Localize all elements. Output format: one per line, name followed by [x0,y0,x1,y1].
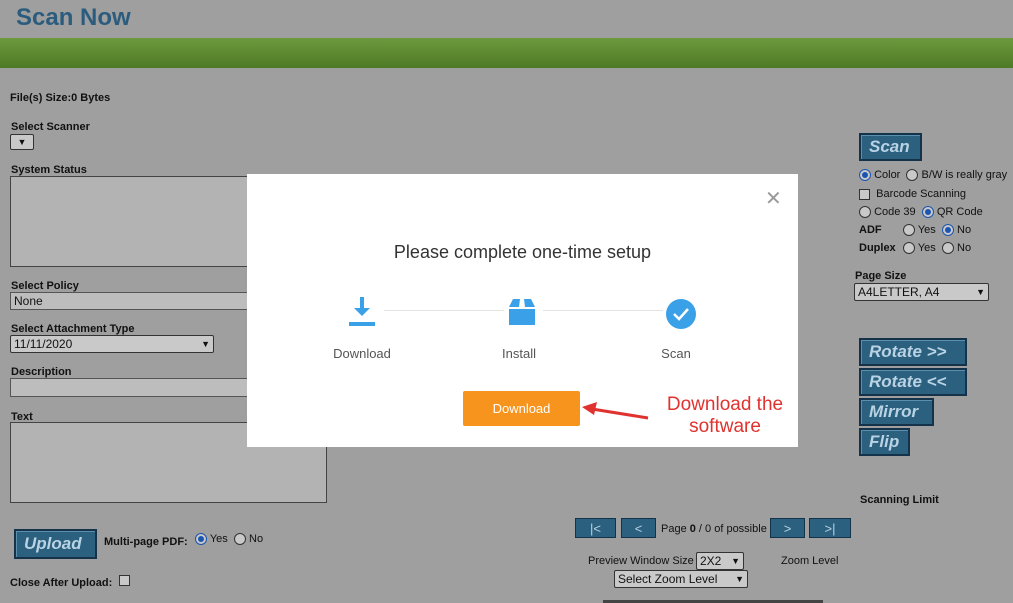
chevron-down-icon: ▼ [731,556,740,566]
window-size-select[interactable]: 2X2 ▼ [696,552,744,570]
chevron-down-icon: ▼ [735,574,744,584]
adf-yes-radio[interactable] [903,224,915,237]
attachment-type-select[interactable]: 11/11/2020 ▼ [10,335,214,353]
duplex-row: Duplex Yes No [859,242,972,255]
duplex-yes-label: Yes [917,242,936,254]
adf-row: ADF Yes No [859,224,972,237]
upload-button[interactable]: Upload [14,529,97,559]
page-prefix: Page [661,523,690,535]
qr-radio[interactable] [921,206,934,219]
window-size-value: 2X2 [700,554,722,568]
adf-yes-label: Yes [917,224,936,236]
multipage-yes-label: Yes [209,533,228,545]
select-policy-label: Select Policy [11,280,79,292]
page-title: Scan Now [16,4,131,31]
color-radio[interactable] [859,169,871,182]
window-size-label: Preview Window Size [588,555,694,567]
next-page-button[interactable]: > [770,518,805,538]
check-circle-icon [666,299,696,329]
adf-no-label: No [957,224,972,236]
attachment-type-value: 11/11/2020 [14,337,73,351]
zoom-select-value: Select Zoom Level [618,572,718,586]
scan-button[interactable]: Scan [859,133,922,161]
bw-label: B/W is really gray [921,169,1008,181]
bw-radio[interactable] [906,169,919,182]
page-size-label: Page Size [855,270,907,282]
download-button[interactable]: Download [463,391,580,426]
code39-radio[interactable] [859,206,871,219]
modal-title: Please complete one-time setup [393,242,652,262]
multipage-options: Yes No [195,533,264,546]
last-page-button[interactable]: >| [809,518,851,538]
chevron-down-icon: ▼ [201,339,210,349]
page-size-value: A4LETTER, A4 [858,285,940,299]
step-label-install: Install [502,346,536,361]
barcode-type-options: Code 39 QR Code [859,206,983,219]
zoom-select[interactable]: Select Zoom Level ▼ [614,570,748,588]
close-after-upload-checkbox[interactable] [119,575,130,586]
adf-no-radio[interactable] [941,224,954,237]
step-label-scan: Scan [661,346,691,361]
zoom-label: Zoom Level [781,555,839,567]
mirror-button[interactable]: Mirror [859,398,934,426]
attachment-type-label: Select Attachment Type [11,323,135,335]
multipage-no-radio[interactable] [233,533,246,546]
adf-label: ADF [859,224,882,236]
policy-select[interactable]: None [10,292,250,310]
code39-label: Code 39 [874,206,916,218]
page-indicator: Page 0 / 0 of possible [661,523,767,535]
duplex-yes-radio[interactable] [903,242,915,255]
system-status-label: System Status [11,164,87,176]
barcode-row: Barcode Scanning [859,188,966,200]
duplex-no-radio[interactable] [941,242,954,255]
multipage-yes-radio[interactable] [195,533,207,546]
header-bar [0,38,1013,68]
multipage-label: Multi-page PDF: [104,536,188,548]
color-mode-options: Color B/W is really gray [859,169,1008,182]
barcode-checkbox[interactable] [859,188,870,200]
flip-button[interactable]: Flip [859,428,910,456]
step-connector [543,310,663,311]
download-icon [349,297,375,326]
chevron-down-icon: ▼ [976,287,985,297]
duplex-label: Duplex [859,242,896,254]
file-size-label: File(s) Size:0 Bytes [10,92,111,104]
duplex-no-label: No [957,242,972,254]
description-label: Description [11,366,72,378]
system-status-box [10,176,250,267]
step-connector [384,310,504,311]
rotate-left-button[interactable]: Rotate << [859,368,967,396]
page-suffix: / 0 of possible [695,523,767,535]
close-after-upload-label: Close After Upload: [10,577,113,589]
annotation-text: Download the software [666,394,784,437]
scanner-select[interactable]: ▼ [10,134,34,150]
chevron-down-icon: ▼ [17,137,27,147]
step-label-download: Download [333,346,391,361]
barcode-label: Barcode Scanning [876,188,967,200]
close-icon[interactable]: ✕ [765,186,782,211]
annotation-arrow [582,402,649,420]
select-scanner-label: Select Scanner [11,121,90,133]
description-input[interactable] [10,378,250,397]
color-label: Color [874,169,901,181]
prev-page-button[interactable]: < [621,518,656,538]
scanning-limit-label: Scanning Limit [860,494,939,506]
first-page-button[interactable]: |< [575,518,616,538]
multipage-no-label: No [249,533,264,545]
rotate-right-button[interactable]: Rotate >> [859,338,967,366]
page-size-select[interactable]: A4LETTER, A4 ▼ [854,283,989,301]
qr-label: QR Code [936,206,983,218]
box-icon [509,299,535,325]
